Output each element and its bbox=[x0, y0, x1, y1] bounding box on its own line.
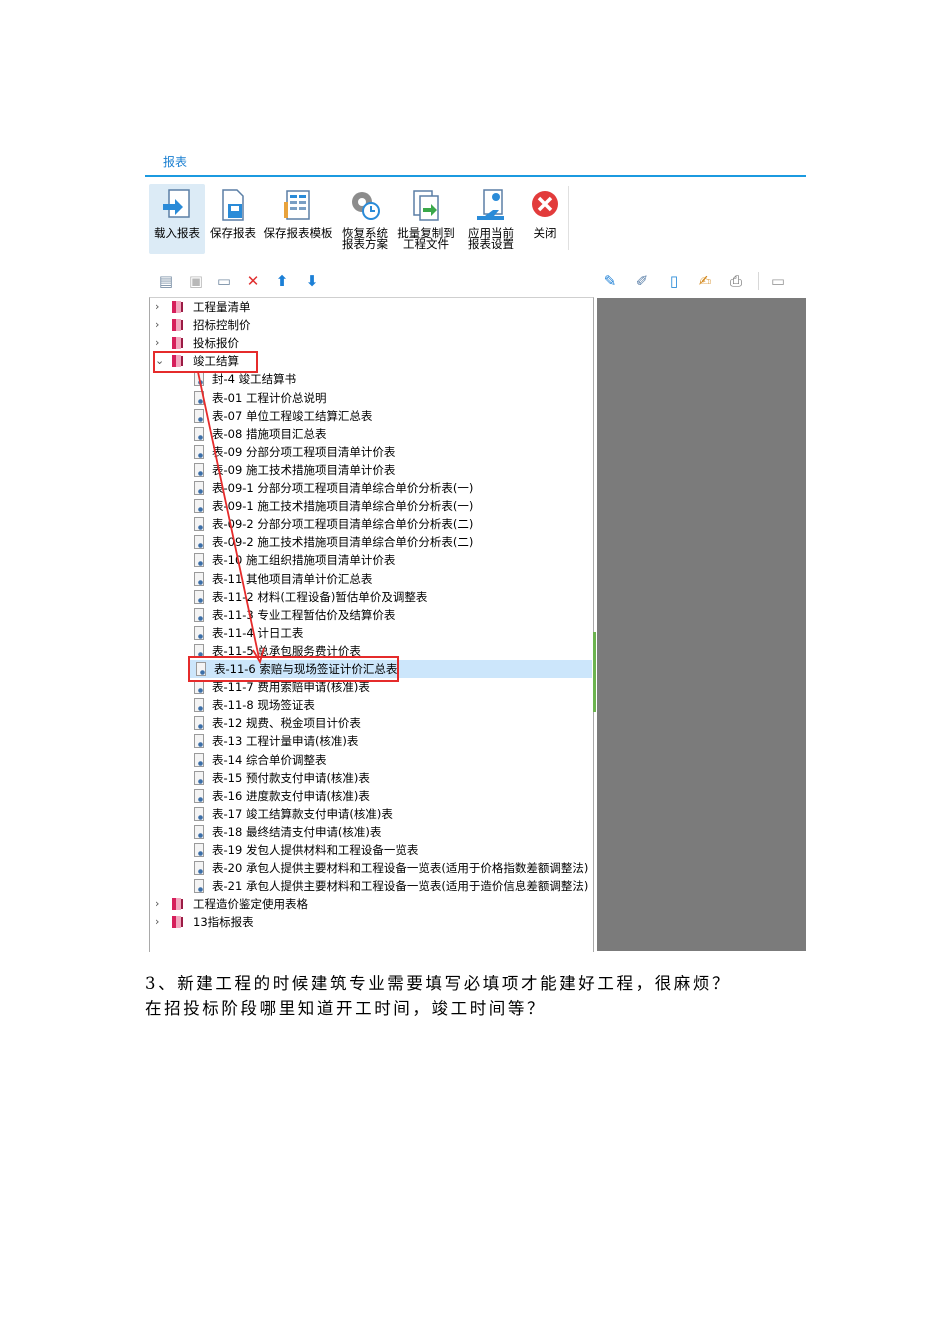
note-line-2: 在招投标阶段哪里知道开工时间，竣工时间等？ bbox=[145, 999, 547, 1018]
annotation-arrow bbox=[197, 371, 260, 659]
annotation-arrow-layer bbox=[197, 371, 265, 665]
note-text: 3、新建工程的时候建筑专业需要填写必填项才能建好工程，很麻烦？ 在招投标阶段哪里… bbox=[145, 971, 815, 1021]
note-line-1: 3、新建工程的时候建筑专业需要填写必填项才能建好工程，很麻烦？ bbox=[145, 974, 732, 993]
